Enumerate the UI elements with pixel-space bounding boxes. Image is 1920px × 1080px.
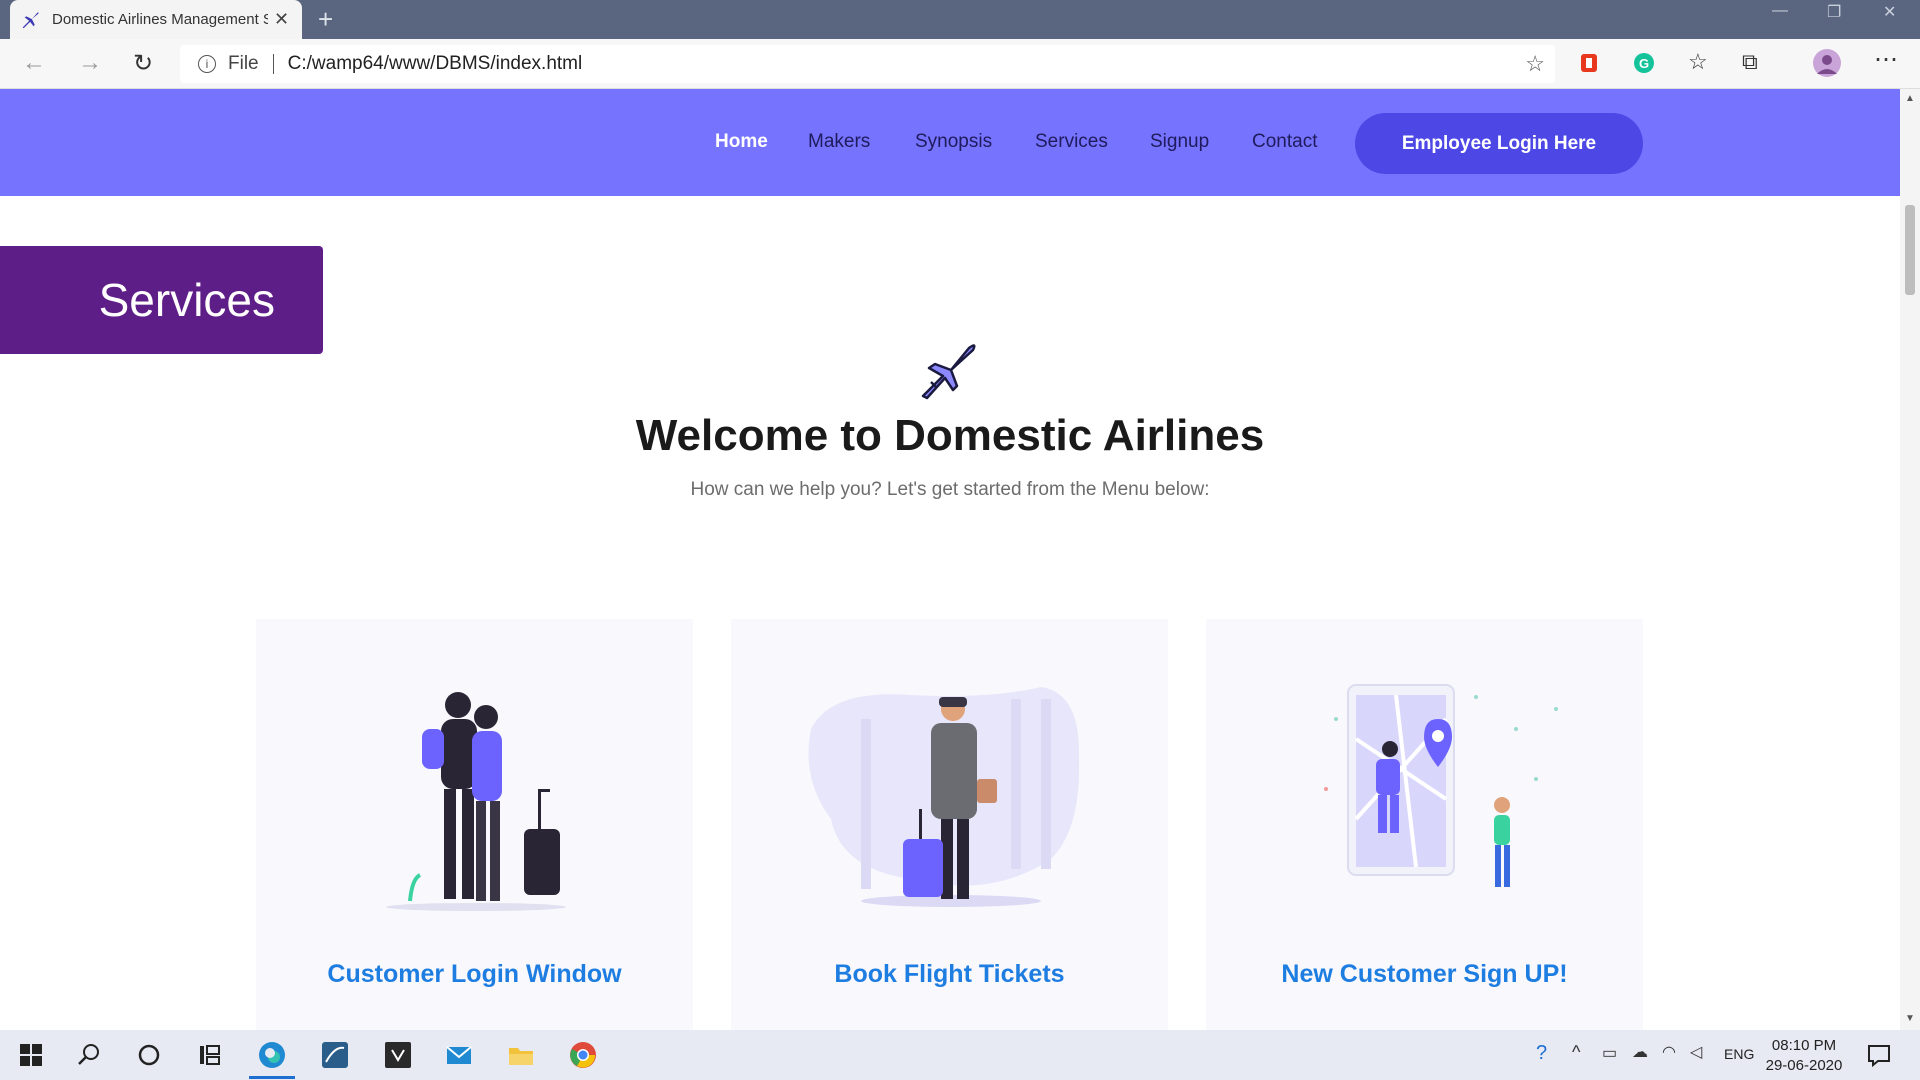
nav-synopsis[interactable]: Synopsis	[915, 131, 992, 153]
card-new-signup[interactable]: New Customer Sign UP!	[1206, 619, 1643, 1030]
services-banner[interactable]: Services	[0, 246, 323, 354]
cortana-icon[interactable]	[134, 1040, 164, 1070]
employee-login-button[interactable]: Employee Login Here	[1355, 113, 1643, 174]
windows-start-icon[interactable]	[16, 1040, 46, 1070]
nav-home[interactable]: Home	[715, 131, 768, 153]
onedrive-icon[interactable]: ☁	[1632, 1042, 1648, 1062]
svg-text:G: G	[1639, 56, 1649, 71]
nav-makers[interactable]: Makers	[808, 131, 870, 153]
chrome-icon[interactable]	[568, 1040, 598, 1070]
card-customer-login[interactable]: Customer Login Window	[256, 619, 693, 1030]
new-tab-icon[interactable]: +	[318, 4, 333, 35]
tab-title: Domestic Airlines Management S	[52, 11, 268, 28]
search-icon[interactable]	[74, 1040, 104, 1070]
reload-icon[interactable]: ↻	[133, 49, 153, 78]
card-book-flight[interactable]: Book Flight Tickets	[731, 619, 1168, 1030]
tray-expand-icon[interactable]: ^	[1572, 1042, 1580, 1063]
grammarly-extension-icon[interactable]: G	[1632, 51, 1656, 75]
airplane-icon	[921, 344, 976, 400]
clock-time: 08:10 PM	[1771, 1037, 1837, 1054]
tab-close-icon[interactable]: ✕	[274, 9, 289, 30]
card-label[interactable]: Customer Login Window	[256, 960, 693, 989]
profile-avatar[interactable]	[1812, 48, 1842, 78]
page-title: Welcome to Domestic Airlines	[635, 411, 1265, 460]
address-bar: ← → ↻ i File C:/wamp64/www/DBMS/index.ht…	[0, 39, 1920, 89]
office-extension-icon[interactable]	[1577, 51, 1601, 75]
notifications-icon[interactable]	[1864, 1040, 1894, 1070]
help-icon[interactable]: ?	[1536, 1042, 1547, 1065]
volume-icon[interactable]: ◁	[1690, 1042, 1702, 1062]
edge-browser-icon[interactable]	[257, 1040, 287, 1070]
terminal-app-icon[interactable]	[383, 1040, 413, 1070]
page-subtitle: How can we help you? Let's get started f…	[690, 479, 1210, 500]
battery-icon[interactable]: ▭	[1602, 1043, 1617, 1063]
windows-taskbar: ? ^ ▭ ☁ ◠ ◁ ENG 08:10 PM 29-06-2020	[0, 1030, 1920, 1080]
card-label[interactable]: New Customer Sign UP!	[1206, 960, 1643, 989]
nav-contact[interactable]: Contact	[1252, 131, 1317, 153]
info-icon[interactable]: i	[198, 55, 216, 73]
nav-signup[interactable]: Signup	[1150, 131, 1209, 153]
url-scheme: File	[228, 53, 259, 74]
airplane-favicon-icon	[22, 11, 39, 28]
travelers-illustration-icon	[386, 692, 566, 911]
site-header: Home Makers Synopsis Services Signup Con…	[0, 89, 1900, 196]
url-field[interactable]: i File C:/wamp64/www/DBMS/index.html ☆	[180, 45, 1555, 83]
wifi-icon[interactable]: ◠	[1662, 1042, 1676, 1062]
mail-icon[interactable]	[444, 1040, 474, 1070]
url-text: C:/wamp64/www/DBMS/index.html	[287, 53, 583, 74]
system-clock[interactable]: 08:10 PM 29-06-2020	[1764, 1036, 1844, 1076]
url-separator	[272, 54, 274, 74]
more-menu-icon[interactable]: ⋯	[1874, 45, 1898, 74]
favorites-icon[interactable]: ☆	[1688, 49, 1708, 75]
forward-icon[interactable]: →	[78, 49, 102, 77]
minimize-icon[interactable]: —	[1772, 2, 1788, 20]
clock-date: 29-06-2020	[1765, 1057, 1843, 1074]
file-explorer-icon[interactable]	[506, 1040, 536, 1070]
restore-icon[interactable]: ❐	[1827, 2, 1841, 22]
tab-bar: Domestic Airlines Management S ✕ + — ❐ ✕	[0, 0, 1920, 39]
scroll-up-icon[interactable]: ▲	[1905, 93, 1915, 104]
scroll-down-icon[interactable]: ▼	[1905, 1013, 1915, 1024]
nav-services[interactable]: Services	[1035, 131, 1108, 153]
back-icon[interactable]: ←	[22, 49, 46, 77]
card-label[interactable]: Book Flight Tickets	[731, 960, 1168, 989]
browser-tab[interactable]: Domestic Airlines Management S ✕	[10, 0, 302, 39]
task-view-icon[interactable]	[195, 1040, 225, 1070]
close-window-icon[interactable]: ✕	[1883, 2, 1896, 22]
collections-icon[interactable]: ⧉	[1742, 49, 1758, 75]
favorite-star-icon[interactable]: ☆	[1525, 51, 1545, 77]
mysql-workbench-icon[interactable]	[320, 1040, 350, 1070]
active-app-indicator	[249, 1076, 295, 1079]
traveler-with-suitcase-illustration-icon	[808, 687, 1080, 907]
scroll-thumb[interactable]	[1905, 205, 1915, 295]
page-viewport: Home Makers Synopsis Services Signup Con…	[0, 89, 1900, 1030]
page-scrollbar[interactable]: ▲ ▼	[1900, 89, 1920, 1030]
language-indicator[interactable]: ENG	[1724, 1046, 1754, 1062]
map-phone-illustration-icon	[1324, 684, 1558, 887]
